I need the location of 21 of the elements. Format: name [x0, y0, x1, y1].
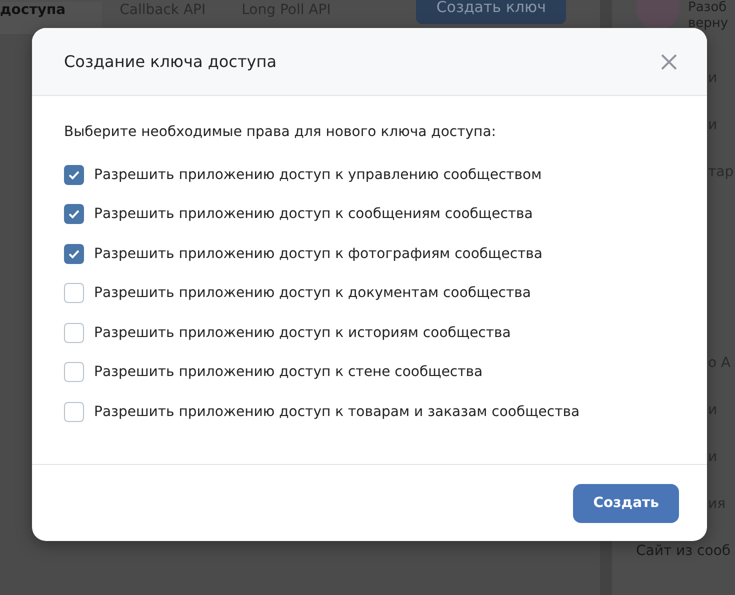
dialog-title: Создание ключа доступа [64, 52, 278, 71]
intro-text: Выберите необходимые права для нового ключа доступа: [64, 124, 498, 140]
checkbox[interactable] [64, 204, 84, 224]
checkbox[interactable] [64, 164, 84, 185]
checkbox[interactable] [64, 322, 84, 343]
checkbox[interactable] [64, 362, 84, 382]
permission-label: Разрешить приложению доступ к стене сообщества [94, 364, 483, 380]
checkbox[interactable] [64, 283, 84, 304]
checkmark-icon [67, 207, 81, 222]
permission-label: Разрешить приложению доступ к сообщениям сообщества [94, 206, 533, 222]
permission-label: Разрешить приложению доступ к товарам и заказам сообщества [94, 404, 580, 420]
checkbox[interactable] [64, 402, 84, 422]
permission-label: Разрешить приложению доступ к фотографиям сообщества [94, 246, 543, 262]
permission-label: Разрешить приложению доступ к управлению сообществом [94, 166, 542, 183]
create-button[interactable]: Создать [573, 484, 679, 522]
permission-label: Разрешить приложению доступ к документам сообщества [94, 285, 531, 302]
close-button[interactable] [659, 52, 679, 72]
create-key-button[interactable]: Создать ключ [416, 0, 566, 24]
close-icon [659, 52, 679, 72]
checkbox[interactable] [64, 244, 84, 264]
permission-label: Разрешить приложению доступ к историям сообщества [94, 324, 511, 341]
